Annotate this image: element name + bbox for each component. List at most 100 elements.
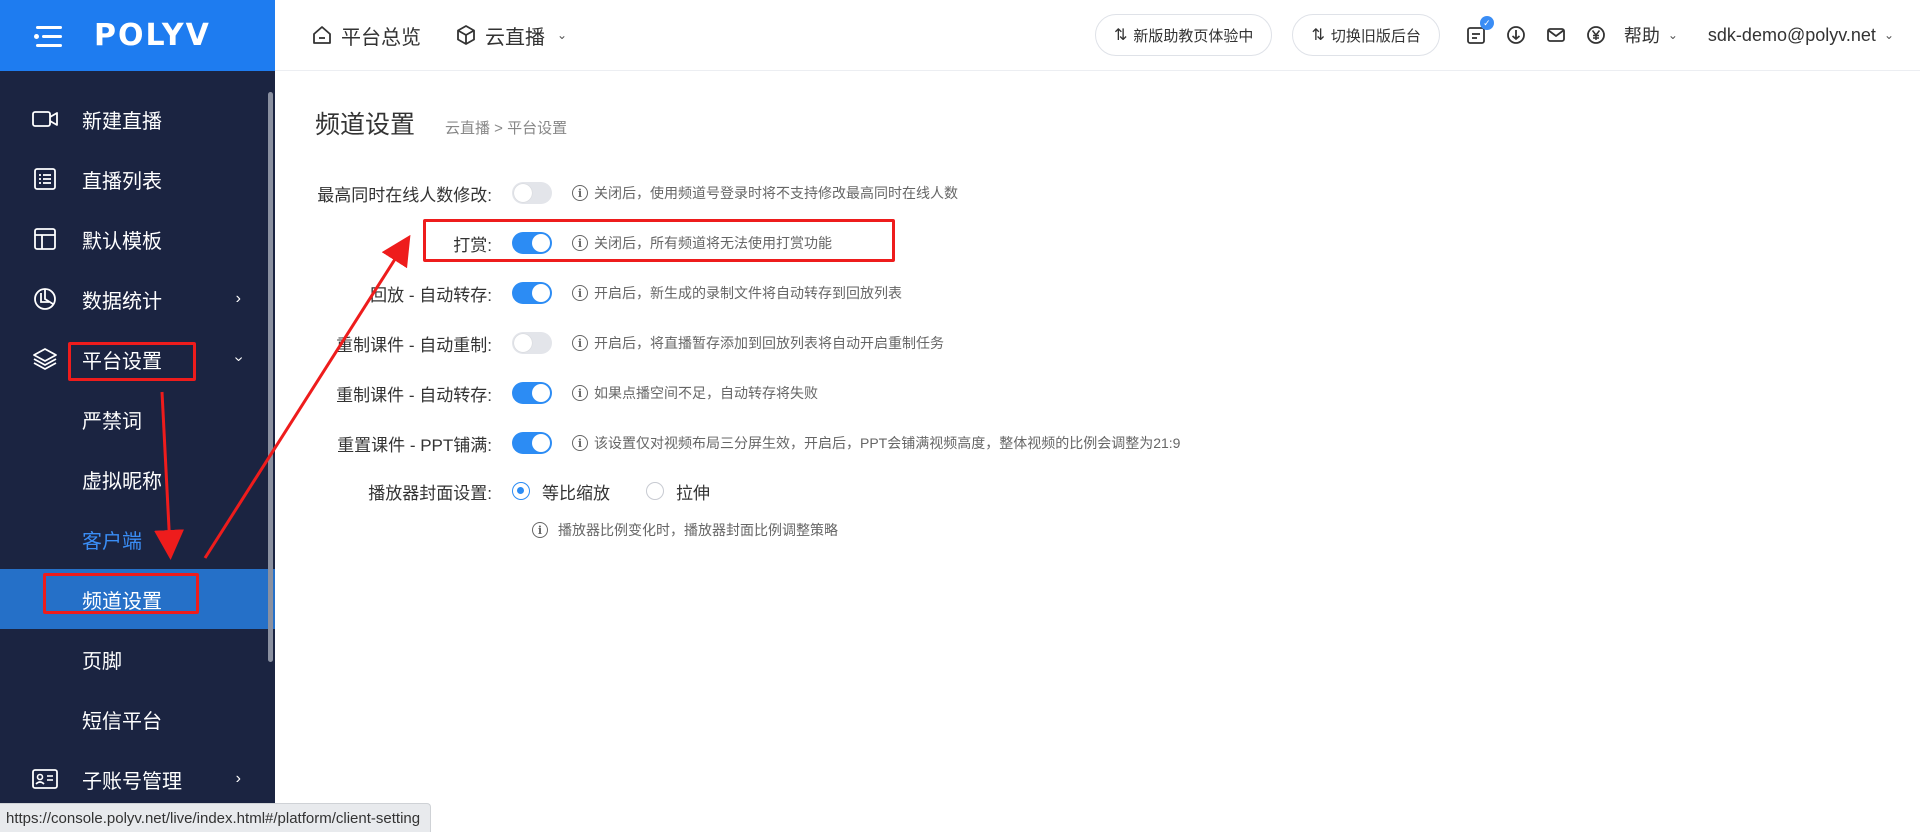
sidebar-scrollbar[interactable] [268, 92, 273, 662]
sidebar-subitem-virtual-nickname[interactable]: 虚拟昵称 [0, 449, 275, 509]
mail-icon[interactable] [1544, 23, 1568, 47]
radio-selected-icon [512, 482, 530, 500]
notice-icon[interactable]: ✓ [1464, 16, 1494, 47]
annotation-box-reward [423, 219, 895, 262]
ppt-fill-toggle[interactable] [512, 432, 552, 454]
check-badge-icon: ✓ [1479, 16, 1494, 30]
hint-text: 开启后，将直播暂存添加到回放列表将自动开启重制任务 [594, 335, 944, 351]
radio-label: 拉伸 [676, 483, 710, 503]
sidebar-item-data-stats[interactable]: 数据统计 › [0, 269, 275, 329]
cover-setting-row: 播放器封面设置: 等比缩放 拉伸 [275, 476, 746, 506]
help-menu[interactable]: 帮助 ⌄ [1624, 22, 1678, 48]
setting-hint: i 如果点播空间不足，自动转存将失败 [572, 383, 818, 403]
annotation-box-channel-settings [43, 573, 199, 614]
info-icon: i [572, 385, 588, 401]
sidebar-subitem-label: 虚拟昵称 [82, 470, 162, 493]
info-icon: i [572, 435, 588, 451]
header-icons: ✓ [1464, 16, 1624, 47]
setting-label: 重制课件 - 自动重制: [336, 335, 492, 355]
sidebar-subitem-footer[interactable]: 页脚 [0, 629, 275, 689]
hint-text: 该设置仅对视频布局三分屏生效，开启后，PPT会铺满视频高度，整体视频的比例会调整… [594, 435, 1181, 451]
setting-label: 重置课件 - PPT铺满: [337, 435, 492, 455]
chevron-down-icon: ⌄ [557, 28, 568, 42]
cover-radio-group: 等比缩放 拉伸 [512, 479, 746, 504]
setting-hint: i 开启后，新生成的录制文件将自动转存到回放列表 [572, 283, 902, 303]
pie-chart-icon [30, 284, 60, 314]
playback-auto-save-toggle[interactable] [512, 282, 552, 304]
hint-text: 开启后，新生成的录制文件将自动转存到回放列表 [594, 285, 902, 301]
max-online-toggle[interactable] [512, 182, 552, 204]
info-icon: i [572, 185, 588, 201]
pill-label: 切换旧版后台 [1330, 27, 1421, 45]
status-url-bar: https://console.polyv.net/live/index.htm… [0, 803, 432, 832]
breadcrumb: 云直播 > 平台设置 [445, 120, 568, 137]
sidebar-item-default-template[interactable]: 默认模板 [0, 209, 275, 269]
polyv-logo[interactable]: POLYV [94, 18, 211, 53]
yuan-icon[interactable] [1584, 23, 1608, 47]
setting-row: 回放 - 自动转存: i 开启后，新生成的录制文件将自动转存到回放列表 [275, 278, 902, 308]
chevron-down-icon: › [230, 356, 248, 362]
setting-hint: i 关闭后，使用频道号登录时将不支持修改最高同时在线人数 [572, 183, 958, 203]
sidebar-item-label: 默认模板 [82, 230, 162, 253]
chevron-down-icon: ⌄ [1883, 28, 1894, 42]
nav-label: 云直播 [485, 26, 545, 49]
sidebar-subitem-label: 页脚 [82, 650, 122, 673]
info-icon: i [572, 285, 588, 301]
cover-hint-row: i 播放器比例变化时，播放器封面比例调整策略 [520, 515, 838, 545]
menu-toggle-icon[interactable] [34, 25, 62, 47]
sidebar-item-new-live[interactable]: 新建直播 [0, 89, 275, 149]
template-icon [30, 224, 60, 254]
status-url: https://console.polyv.net/live/index.htm… [6, 809, 421, 827]
logo-bar: POLYV [0, 0, 275, 71]
switch-icon: ⇅ [1311, 27, 1325, 44]
setting-label: 最高同时在线人数修改: [317, 185, 492, 205]
setting-label: 播放器封面设置: [368, 483, 492, 503]
sidebar-subitem-banned-words[interactable]: 严禁词 [0, 389, 275, 449]
user-menu[interactable]: sdk-demo@polyv.net ⌄ [1708, 25, 1894, 46]
new-assistant-page-button[interactable]: ⇅ 新版助教页体验中 [1095, 14, 1273, 56]
switch-icon: ⇅ [1114, 27, 1128, 44]
chevron-right-icon: › [235, 770, 241, 787]
sidebar-subitem-client[interactable]: 客户端 [0, 509, 275, 569]
sidebar-subitem-label: 短信平台 [82, 710, 162, 733]
sidebar: POLYV 新建直播 直播列表 默认模板 数据统计 › 平台设置 › 严禁词 虚… [0, 0, 275, 832]
page-header: 频道设置 云直播 > 平台设置 [315, 105, 567, 141]
video-camera-icon [30, 104, 60, 134]
sidebar-item-label: 新建直播 [82, 110, 162, 133]
top-header: 平台总览 云直播 ⌄ ⇅ 新版助教页体验中 ⇅ 切换旧版后台 ✓ 帮助 ⌄ sd… [275, 0, 1920, 71]
remake-auto-save-toggle[interactable] [512, 382, 552, 404]
sidebar-subitem-label: 客户端 [82, 530, 142, 553]
setting-row: 重制课件 - 自动转存: i 如果点播空间不足，自动转存将失败 [275, 378, 818, 408]
sidebar-item-live-list[interactable]: 直播列表 [0, 149, 275, 209]
help-label: 帮助 [1623, 26, 1660, 46]
cube-icon [455, 24, 477, 46]
sidebar-item-label: 直播列表 [82, 170, 162, 193]
setting-row: 重置课件 - PPT铺满: i 该设置仅对视频布局三分屏生效，开启后，PPT会铺满… [275, 428, 1180, 458]
hint-text: 关闭后，使用频道号登录时将不支持修改最高同时在线人数 [594, 185, 958, 201]
radio-proportional[interactable]: 等比缩放 [512, 479, 610, 504]
setting-hint: i 该设置仅对视频布局三分屏生效，开启后，PPT会铺满视频高度，整体视频的比例会调… [572, 433, 1180, 453]
sidebar-subitem-sms-platform[interactable]: 短信平台 [0, 689, 275, 749]
sidebar-subitem-label: 严禁词 [82, 410, 142, 433]
setting-row: 重制课件 - 自动重制: i 开启后，将直播暂存添加到回放列表将自动开启重制任务 [275, 328, 944, 358]
sidebar-item-label: 数据统计 [82, 290, 162, 313]
nav-platform-overview[interactable]: 平台总览 [311, 21, 421, 50]
remake-auto-remake-toggle[interactable] [512, 332, 552, 354]
annotation-box-platform-settings [68, 342, 196, 381]
download-icon[interactable] [1504, 23, 1528, 47]
sidebar-item-sub-accounts[interactable]: 子账号管理 › [0, 749, 275, 809]
sidebar-menu: 新建直播 直播列表 默认模板 数据统计 › 平台设置 › 严禁词 虚拟昵称 客户… [0, 89, 275, 809]
id-card-icon [30, 764, 60, 794]
radio-label: 等比缩放 [542, 483, 610, 503]
page-title: 频道设置 [315, 111, 416, 139]
setting-row: 最高同时在线人数修改: i 关闭后，使用频道号登录时将不支持修改最高同时在线人数 [275, 178, 958, 208]
hint-text: 如果点播空间不足，自动转存将失败 [594, 385, 818, 401]
info-icon: i [532, 522, 548, 538]
radio-unselected-icon [646, 482, 664, 500]
radio-stretch[interactable]: 拉伸 [646, 479, 710, 504]
switch-old-console-button[interactable]: ⇅ 切换旧版后台 [1292, 14, 1440, 56]
nav-cloud-live[interactable]: 云直播 ⌄ [455, 21, 567, 50]
chevron-right-icon: › [235, 290, 241, 307]
hint-text: 播放器比例变化时，播放器封面比例调整策略 [558, 522, 838, 538]
user-email: sdk-demo@polyv.net [1707, 24, 1876, 45]
